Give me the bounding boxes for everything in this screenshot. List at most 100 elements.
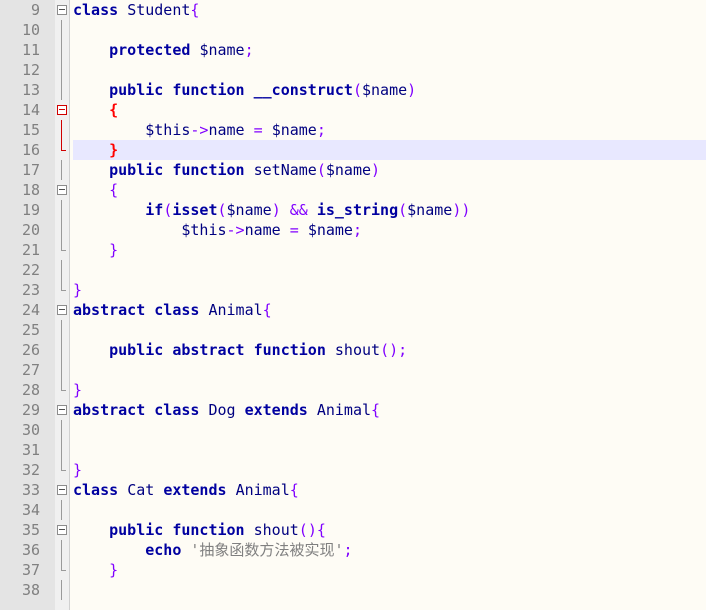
line-number: 27 — [21, 361, 40, 379]
code-text[interactable] — [73, 420, 706, 440]
code-line[interactable]: 9 class Student{ — [0, 0, 706, 20]
fold-toggle-icon[interactable] — [57, 400, 67, 420]
code-text[interactable] — [73, 580, 706, 600]
code-line[interactable]: 30 — [0, 420, 706, 440]
code-text[interactable] — [73, 260, 706, 280]
fold-line-icon — [57, 60, 67, 80]
fold-toggle-icon[interactable] — [57, 0, 67, 20]
code-line[interactable]: 20 $this->name = $name; — [0, 220, 706, 240]
code-line[interactable]: 18 { — [0, 180, 706, 200]
code-line[interactable]: 34 — [0, 500, 706, 520]
code-text[interactable] — [73, 440, 706, 460]
code-line[interactable]: 22 — [0, 260, 706, 280]
fold-toggle-icon[interactable] — [57, 480, 67, 500]
fold-toggle-icon[interactable] — [57, 520, 67, 540]
code-line[interactable]: 28} — [0, 380, 706, 400]
code-line[interactable]: 36 echo '抽象函数方法被实现'; — [0, 540, 706, 560]
fold-toggle-icon[interactable] — [57, 100, 67, 120]
code-text[interactable] — [73, 360, 706, 380]
code-text[interactable]: { — [73, 100, 706, 120]
code-line[interactable]: 16 } — [0, 140, 706, 160]
code-line[interactable]: 23} — [0, 280, 706, 300]
code-text[interactable]: } — [73, 460, 706, 480]
code-text[interactable]: public function shout(){ — [73, 520, 706, 540]
line-number: 36 — [21, 541, 40, 559]
line-number: 9 — [30, 1, 40, 19]
code-line[interactable]: 17 public function setName($name) — [0, 160, 706, 180]
code-text[interactable]: } — [73, 280, 706, 300]
line-number: 19 — [21, 201, 40, 219]
line-number: 17 — [21, 161, 40, 179]
line-number: 25 — [21, 321, 40, 339]
code-line[interactable]: 25 — [0, 320, 706, 340]
code-line[interactable]: 31 — [0, 440, 706, 460]
fold-toggle-icon[interactable] — [57, 180, 67, 200]
code-text[interactable] — [73, 20, 706, 40]
code-text[interactable]: { — [73, 180, 706, 200]
code-text[interactable]: protected $name; — [73, 40, 706, 60]
line-number: 13 — [21, 81, 40, 99]
code-line[interactable]: 29 abstract class Dog extends Animal{ — [0, 400, 706, 420]
code-text[interactable]: abstract class Animal{ — [73, 300, 706, 320]
code-text[interactable]: $this->name = $name; — [73, 220, 706, 240]
fold-line-icon — [57, 500, 67, 520]
line-number: 23 — [21, 281, 40, 299]
code-line[interactable]: 14 { — [0, 100, 706, 120]
code-line[interactable]: 21 } — [0, 240, 706, 260]
code-line[interactable]: 13 public function __construct($name) — [0, 80, 706, 100]
code-text[interactable] — [73, 500, 706, 520]
fold-line-icon — [57, 320, 67, 340]
fold-end-icon — [57, 240, 67, 260]
line-number: 28 — [21, 381, 40, 399]
code-text[interactable]: public abstract function shout(); — [73, 340, 706, 360]
code-text[interactable]: } — [73, 560, 706, 580]
line-number: 21 — [21, 241, 40, 259]
code-line[interactable]: 38 — [0, 580, 706, 600]
line-number: 29 — [21, 401, 40, 419]
fold-toggle-icon[interactable] — [57, 300, 67, 320]
fold-end-icon — [57, 280, 67, 300]
code-editor[interactable]: 9 class Student{10 11 protected $name; 12 13… — [0, 0, 706, 610]
code-line[interactable]: 12 — [0, 60, 706, 80]
code-line[interactable]: 27 — [0, 360, 706, 380]
fold-line-icon — [57, 540, 67, 560]
line-number: 22 — [21, 261, 40, 279]
code-line[interactable]: 10 — [0, 20, 706, 40]
line-number: 38 — [21, 581, 40, 599]
fold-end-icon — [57, 140, 67, 160]
fold-line-icon — [57, 340, 67, 360]
fold-end-icon — [57, 380, 67, 400]
code-line[interactable]: 37 } — [0, 560, 706, 580]
line-number: 12 — [21, 61, 40, 79]
code-text[interactable]: } — [73, 140, 706, 160]
line-number: 35 — [21, 521, 40, 539]
line-number: 31 — [21, 441, 40, 459]
code-text[interactable]: class Student{ — [73, 0, 706, 20]
code-text[interactable]: $this->name = $name; — [73, 120, 706, 140]
fold-line-icon — [57, 40, 67, 60]
code-text[interactable]: if(isset($name) && is_string($name)) — [73, 200, 706, 220]
code-text[interactable]: abstract class Dog extends Animal{ — [73, 400, 706, 420]
fold-line-icon — [57, 200, 67, 220]
code-text[interactable]: echo '抽象函数方法被实现'; — [73, 540, 706, 560]
code-line[interactable]: 26 public abstract function shout(); — [0, 340, 706, 360]
code-line[interactable]: 35 public function shout(){ — [0, 520, 706, 540]
code-line[interactable]: 19 if(isset($name) && is_string($name)) — [0, 200, 706, 220]
code-text[interactable] — [73, 320, 706, 340]
line-number: 34 — [21, 501, 40, 519]
code-text[interactable]: public function setName($name) — [73, 160, 706, 180]
code-text[interactable]: } — [73, 380, 706, 400]
code-text[interactable]: public function __construct($name) — [73, 80, 706, 100]
code-text[interactable]: class Cat extends Animal{ — [73, 480, 706, 500]
code-line[interactable]: 15 $this->name = $name; — [0, 120, 706, 140]
code-text[interactable]: } — [73, 240, 706, 260]
code-line[interactable]: 24 abstract class Animal{ — [0, 300, 706, 320]
code-text[interactable] — [73, 60, 706, 80]
code-line[interactable]: 11 protected $name; — [0, 40, 706, 60]
code-line[interactable]: 33 class Cat extends Animal{ — [0, 480, 706, 500]
code-line[interactable]: 32} — [0, 460, 706, 480]
line-number: 33 — [21, 481, 40, 499]
line-number: 16 — [21, 141, 40, 159]
fold-line-icon — [57, 580, 67, 600]
fold-line-icon — [57, 160, 67, 180]
